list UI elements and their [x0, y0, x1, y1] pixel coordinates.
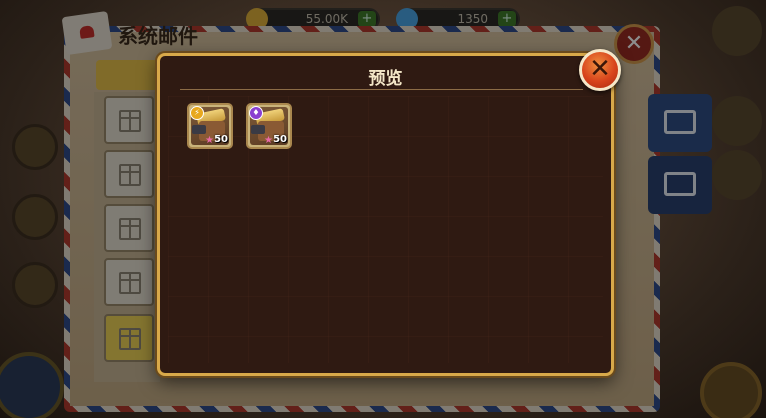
reward-item[interactable]: ♦ ★ 50: [246, 103, 292, 149]
mail-list-item-selected[interactable]: [104, 314, 154, 362]
mail-inbox-tab[interactable]: [648, 156, 712, 214]
item-level: 50: [273, 134, 287, 145]
side-menu-button[interactable]: [712, 6, 762, 56]
envelope-icon: [61, 10, 113, 56]
preview-dialog: 预览 ✕ ⚡ ★ 50 ♦ ★ 50: [157, 49, 621, 376]
add-coin-button[interactable]: +: [358, 11, 376, 27]
gift-icon: [119, 110, 141, 132]
gift-icon: [119, 328, 141, 350]
close-button[interactable]: ✕: [579, 49, 621, 91]
side-menu-button[interactable]: [12, 262, 58, 308]
add-gem-button[interactable]: +: [498, 11, 516, 27]
star-icon: ★: [264, 135, 273, 146]
envelope-settings-icon: [664, 110, 696, 134]
star-icon: ★: [205, 135, 214, 146]
close-x-icon: ✕: [589, 54, 611, 84]
dialog-title: 预览: [368, 69, 403, 89]
heart-icon: [79, 25, 95, 39]
mail-list-item[interactable]: [104, 204, 154, 252]
mail-list-item[interactable]: [104, 150, 154, 198]
dialog-background-pattern: [168, 96, 603, 363]
gift-icon: [119, 218, 141, 240]
side-menu-button[interactable]: [712, 150, 762, 200]
title-divider: [180, 89, 583, 90]
gift-icon: [119, 272, 141, 294]
main-action-button[interactable]: [700, 362, 762, 418]
purple-rank-badge-icon: ♦: [249, 106, 263, 120]
profile-avatar-button[interactable]: [0, 352, 64, 418]
weapon-graphic: [251, 125, 265, 134]
reward-item[interactable]: ⚡ ★ 50: [187, 103, 233, 149]
mail-list-item[interactable]: [104, 258, 154, 306]
mail-settings-tab[interactable]: [648, 94, 712, 152]
weapon-graphic: [192, 125, 206, 134]
side-menu-button[interactable]: [12, 124, 58, 170]
mail-list-item[interactable]: [104, 96, 154, 144]
gift-icon: [119, 164, 141, 186]
side-menu-button[interactable]: [12, 194, 58, 240]
side-menu-button[interactable]: [712, 96, 762, 146]
mail-list: [94, 92, 160, 382]
coin-value: 55.00K: [305, 12, 348, 26]
mail-window-title: 系统邮件: [118, 24, 198, 48]
item-level: 50: [214, 134, 228, 145]
mail-tab[interactable]: [96, 60, 158, 90]
envelope-icon: [664, 172, 696, 196]
game-screen: 55.00K + 1350 + 系统邮件 ✕ 预览 ✕ ⚡ ★ 50 ♦ ★ 5…: [0, 0, 766, 418]
mail-close-button[interactable]: ✕: [614, 24, 654, 64]
gold-rank-badge-icon: ⚡: [190, 106, 204, 120]
gem-value: 1350: [457, 12, 488, 26]
